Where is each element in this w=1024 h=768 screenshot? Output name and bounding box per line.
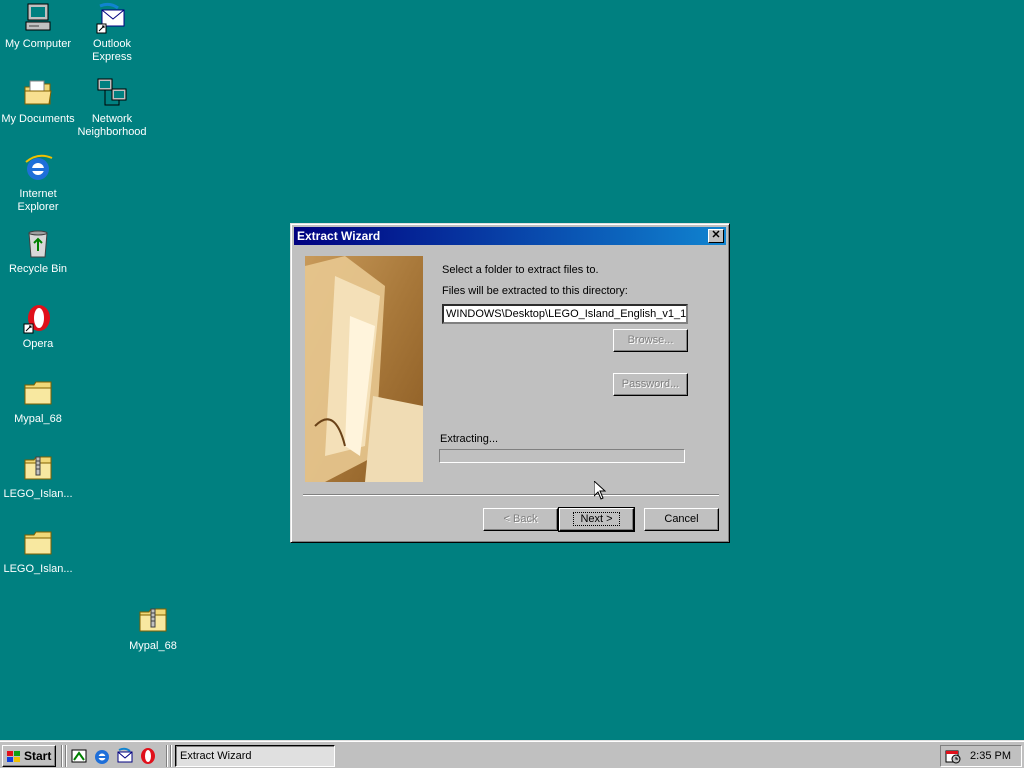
opera-icon — [23, 305, 50, 334]
back-button[interactable]: < Back — [483, 508, 558, 531]
extract-wizard-window: Extract Wizard ✕ Select a folder to extr… — [290, 223, 730, 543]
scheduler-tray-icon[interactable] — [945, 748, 961, 764]
mouse-cursor-icon — [594, 481, 606, 500]
desktop-icon-label: Outlook Express — [92, 38, 132, 63]
show-desktop-icon[interactable] — [70, 747, 88, 765]
recycle-bin-icon — [28, 230, 48, 258]
desktop-icon-mypal-folder[interactable]: Mypal_68 — [0, 377, 76, 426]
window-title: Extract Wizard — [297, 229, 381, 243]
taskbar: Start Extract Wizard 2:35 PM — [0, 740, 1024, 768]
desktop-icon-mypal-zip[interactable]: Mypal_68 — [115, 604, 191, 653]
clock[interactable]: 2:35 PM — [970, 746, 1011, 766]
desktop-icon-lego-island-zip[interactable]: LEGO_Islan... — [0, 452, 76, 501]
taskbar-separator — [65, 745, 67, 767]
taskbar-separator — [61, 745, 63, 767]
desktop-icon-label: Opera — [22, 338, 54, 350]
taskbar-button-label: Extract Wizard — [180, 750, 252, 762]
browse-button-label: Browse... — [627, 334, 674, 346]
desktop-icon-label: Mypal_68 — [129, 640, 177, 652]
opera-icon[interactable] — [139, 747, 157, 765]
title-bar[interactable]: Extract Wizard ✕ — [294, 227, 726, 245]
next-button[interactable]: Next > — [558, 507, 635, 532]
internet-explorer-icon[interactable] — [93, 747, 111, 765]
close-icon: ✕ — [711, 229, 721, 241]
desktop-icon-label: My Computer — [4, 38, 72, 50]
start-label: Start — [24, 749, 52, 763]
close-button[interactable]: ✕ — [708, 229, 724, 243]
taskbar-button-extract-wizard[interactable]: Extract Wizard — [175, 745, 335, 767]
password-button-label: Password... — [621, 378, 680, 390]
desktop-icon-label: Mypal_68 — [14, 413, 62, 425]
desktop-icon-recycle-bin[interactable]: Recycle Bin — [0, 227, 76, 276]
desktop-icon-network-neighborhood[interactable]: Network Neighborhood — [74, 77, 150, 139]
zip-folder-icon — [139, 608, 167, 632]
start-button[interactable]: Start — [2, 745, 56, 767]
instruction-text: Select a folder to extract files to. — [442, 264, 599, 276]
cancel-button[interactable]: Cancel — [644, 508, 719, 531]
extract-progress-bar — [439, 449, 685, 463]
internet-explorer-icon — [25, 154, 53, 180]
wizard-banner-image — [305, 256, 423, 482]
desktop-icon-opera[interactable]: Opera — [0, 302, 76, 351]
outlook-express-icon — [96, 2, 125, 34]
folder-icon — [24, 381, 52, 405]
next-button-label: Next > — [573, 512, 620, 526]
system-tray: 2:35 PM — [940, 745, 1022, 767]
back-button-label: < Back — [503, 513, 538, 525]
password-button[interactable]: Password... — [613, 373, 688, 396]
desktop-icon-label: LEGO_Islan... — [3, 563, 73, 575]
windows-logo-icon — [7, 751, 20, 762]
desktop-icon-label: My Documents — [1, 113, 75, 125]
zip-folder-icon — [24, 456, 52, 480]
folder-icon — [24, 531, 52, 555]
network-icon — [97, 78, 127, 106]
desktop-icon-label: Internet Explorer — [17, 188, 59, 213]
desktop-icon-lego-island-folder[interactable]: LEGO_Islan... — [0, 527, 76, 576]
documents-folder-icon — [24, 80, 52, 105]
outlook-express-icon[interactable] — [116, 747, 134, 765]
taskbar-separator — [166, 745, 168, 767]
desktop-icon-label: Network Neighborhood — [77, 113, 147, 138]
browse-button[interactable]: Browse... — [613, 329, 688, 352]
computer-icon — [25, 3, 51, 31]
button-separator — [303, 494, 719, 496]
desktop-icon-my-computer[interactable]: My Computer — [0, 2, 76, 51]
directory-input[interactable]: WINDOWS\Desktop\LEGO_Island_English_v1_1 — [442, 304, 688, 324]
extracting-status-text: Extracting... — [440, 433, 499, 445]
desktop-icon-label: Recycle Bin — [8, 263, 68, 275]
desktop-icon-outlook-express[interactable]: Outlook Express — [74, 2, 150, 64]
desktop-icon-my-documents[interactable]: My Documents — [0, 77, 76, 126]
cancel-button-label: Cancel — [664, 513, 699, 525]
directory-value: WINDOWS\Desktop\LEGO_Island_English_v1_1 — [446, 308, 687, 320]
desktop-icon-internet-explorer[interactable]: Internet Explorer — [0, 152, 76, 214]
directory-label: Files will be extracted to this director… — [442, 285, 628, 297]
taskbar-separator — [170, 745, 172, 767]
desktop-icon-label: LEGO_Islan... — [3, 488, 73, 500]
